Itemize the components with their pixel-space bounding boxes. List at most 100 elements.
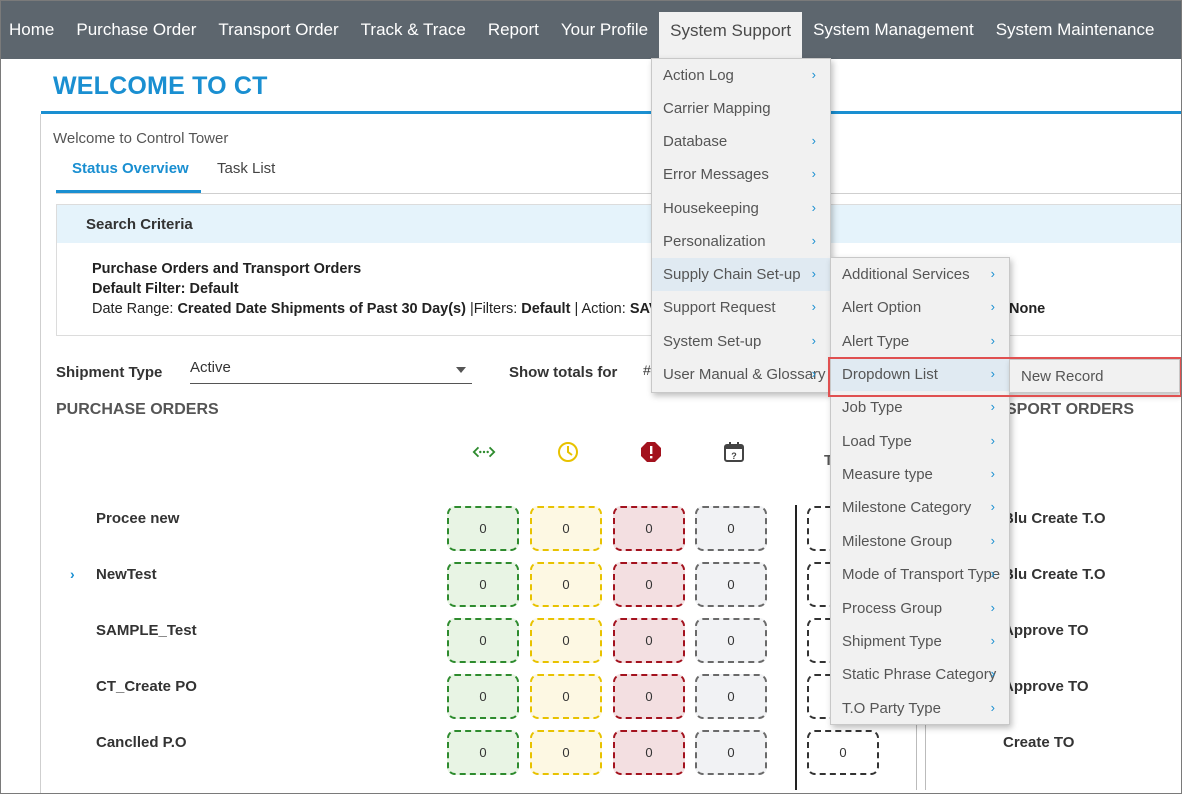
- search-criteria-header[interactable]: Search Criteria: [57, 205, 1182, 243]
- route-icon: [472, 440, 496, 464]
- status-box-unscheduled[interactable]: 0: [695, 730, 767, 775]
- system-support-menu: Action Log › Carrier Mapping Database › Er…: [651, 58, 831, 393]
- to-row-label[interactable]: Blu Create T.O: [1003, 566, 1106, 583]
- menu-item-label: Milestone Category: [842, 499, 972, 516]
- menu-item-database[interactable]: Database ›: [652, 125, 830, 158]
- status-box-exception[interactable]: 0: [613, 506, 685, 551]
- nav-system-management[interactable]: System Management: [802, 0, 985, 59]
- status-box-on-track[interactable]: 0: [447, 730, 519, 775]
- po-row-label[interactable]: CT_Create PO: [96, 678, 197, 695]
- clock-icon: [556, 440, 580, 464]
- po-row-label[interactable]: Canclled P.O: [96, 734, 187, 751]
- menu-item-action-log[interactable]: Action Log ›: [652, 59, 830, 92]
- show-totals-select[interactable]: #: [643, 362, 651, 378]
- chevron-right-icon: ›: [811, 200, 816, 215]
- submenu-item-shipment-type[interactable]: Shipment Type ›: [831, 625, 1009, 658]
- chevron-right-icon: ›: [990, 533, 995, 548]
- nav-transport-order[interactable]: Transport Order: [207, 0, 349, 59]
- status-box-on-track[interactable]: 0: [447, 674, 519, 719]
- menu-item-label: Alert Type: [842, 333, 910, 350]
- menu-item-error-messages[interactable]: Error Messages ›: [652, 158, 830, 191]
- date-range-value: Created Date Shipments of Past 30 Day(s): [177, 301, 466, 317]
- status-box-pending[interactable]: 0: [530, 674, 602, 719]
- submenu-item-dropdown-list[interactable]: Dropdown List ›: [831, 358, 1009, 391]
- expand-chevron-icon[interactable]: ›: [70, 566, 75, 582]
- supply-chain-setup-submenu: Additional Services › Alert Option › Alert…: [830, 257, 1010, 725]
- criteria-default-filter: Default Filter: Default: [92, 281, 239, 297]
- status-box-on-track[interactable]: 0: [447, 562, 519, 607]
- chevron-right-icon: ›: [811, 133, 816, 148]
- nav-track-trace[interactable]: Track & Trace: [350, 0, 477, 59]
- chevron-right-icon: ›: [811, 266, 816, 281]
- submenu-item-milestone-group[interactable]: Milestone Group ›: [831, 525, 1009, 558]
- menu-item-personalization[interactable]: Personalization ›: [652, 225, 830, 258]
- show-totals-label: Show totals for: [509, 364, 618, 381]
- date-range-label: Date Range:: [92, 301, 178, 317]
- nav-your-profile[interactable]: Your Profile: [550, 0, 659, 59]
- status-box-exception[interactable]: 0: [613, 618, 685, 663]
- po-row-label[interactable]: NewTest: [96, 566, 157, 583]
- status-box-pending[interactable]: 0: [530, 506, 602, 551]
- to-row-label[interactable]: Create TO: [1003, 734, 1074, 751]
- status-box-on-track[interactable]: 0: [447, 618, 519, 663]
- tab-task-list[interactable]: Task List: [217, 160, 275, 177]
- submenu-item-additional-services[interactable]: Additional Services ›: [831, 258, 1009, 291]
- menu-item-supply-chain-setup[interactable]: Supply Chain Set-up ›: [652, 258, 830, 291]
- status-box-exception[interactable]: 0: [613, 674, 685, 719]
- nav-system-maintenance[interactable]: System Maintenance: [985, 0, 1166, 59]
- menu-item-system-setup[interactable]: System Set-up ›: [652, 325, 830, 358]
- chevron-right-icon: ›: [990, 399, 995, 414]
- status-box-exception[interactable]: 0: [613, 562, 685, 607]
- status-box-pending[interactable]: 0: [530, 562, 602, 607]
- chevron-right-icon: ›: [990, 299, 995, 314]
- nav-report[interactable]: Report: [477, 0, 550, 59]
- nav-system-support[interactable]: System Support: [659, 12, 803, 59]
- submenu-item-milestone-category[interactable]: Milestone Category ›: [831, 491, 1009, 524]
- chevron-right-icon: ›: [811, 299, 816, 314]
- status-box-on-track[interactable]: 0: [447, 506, 519, 551]
- submenu-item-process-group[interactable]: Process Group ›: [831, 592, 1009, 625]
- status-box-unscheduled[interactable]: 0: [695, 506, 767, 551]
- nav-purchase-order[interactable]: Purchase Order: [65, 0, 207, 59]
- status-box-unscheduled[interactable]: 0: [695, 618, 767, 663]
- chevron-right-icon: ›: [811, 166, 816, 181]
- menu-item-label: Alert Option: [842, 299, 922, 316]
- chevron-right-icon: ›: [990, 366, 995, 381]
- chevron-right-icon: ›: [990, 466, 995, 481]
- submenu-item-measure-type[interactable]: Measure type ›: [831, 458, 1009, 491]
- menu-item-user-manual[interactable]: User Manual & Glossary ›: [652, 358, 830, 391]
- menu-item-label: Additional Services: [842, 266, 970, 283]
- submenu-item-mode-of-transport-type[interactable]: Mode of Transport Type ›: [831, 558, 1009, 591]
- submenu-item-alert-option[interactable]: Alert Option ›: [831, 291, 1009, 324]
- nav-home[interactable]: Home: [0, 0, 65, 59]
- status-box-pending[interactable]: 0: [530, 730, 602, 775]
- submenu-item-static-phrase-category[interactable]: Static Phrase Category ›: [831, 658, 1009, 691]
- submenu-item-to-party-type[interactable]: T.O Party Type ›: [831, 692, 1009, 725]
- tab-bar: Status Overview Task List: [56, 152, 1182, 194]
- status-box-unscheduled[interactable]: 0: [695, 674, 767, 719]
- to-row-label[interactable]: Blu Create T.O: [1003, 510, 1106, 527]
- shipment-type-select[interactable]: Active: [190, 357, 472, 384]
- submenu-item-job-type[interactable]: Job Type ›: [831, 391, 1009, 424]
- menu-item-label: User Manual & Glossary: [663, 366, 826, 383]
- po-row-label[interactable]: SAMPLE_Test: [96, 622, 197, 639]
- menu-item-housekeeping[interactable]: Housekeeping ›: [652, 192, 830, 225]
- po-row-label[interactable]: Procee new: [96, 510, 179, 527]
- calendar-question-icon: ?: [722, 440, 746, 464]
- submenu-item-alert-type[interactable]: Alert Type ›: [831, 325, 1009, 358]
- to-row-label[interactable]: Approve TO: [1003, 678, 1089, 695]
- submenu-item-new-record[interactable]: New Record: [1010, 360, 1179, 393]
- to-row-label[interactable]: Approve TO: [1003, 622, 1089, 639]
- menu-item-label: Carrier Mapping: [663, 100, 771, 117]
- menu-item-carrier-mapping[interactable]: Carrier Mapping: [652, 92, 830, 125]
- menu-item-support-request[interactable]: Support Request ›: [652, 291, 830, 324]
- submenu-item-load-type[interactable]: Load Type ›: [831, 425, 1009, 458]
- status-box-pending[interactable]: 0: [530, 618, 602, 663]
- chevron-right-icon: ›: [990, 666, 995, 681]
- transport-status-box[interactable]: 0: [807, 730, 879, 775]
- status-box-exception[interactable]: 0: [613, 730, 685, 775]
- menu-item-label: Database: [663, 133, 728, 150]
- status-box-unscheduled[interactable]: 0: [695, 562, 767, 607]
- criteria-date-range: Date Range: Created Date Shipments of Pa…: [92, 301, 659, 317]
- tab-status-overview[interactable]: Status Overview: [72, 160, 189, 177]
